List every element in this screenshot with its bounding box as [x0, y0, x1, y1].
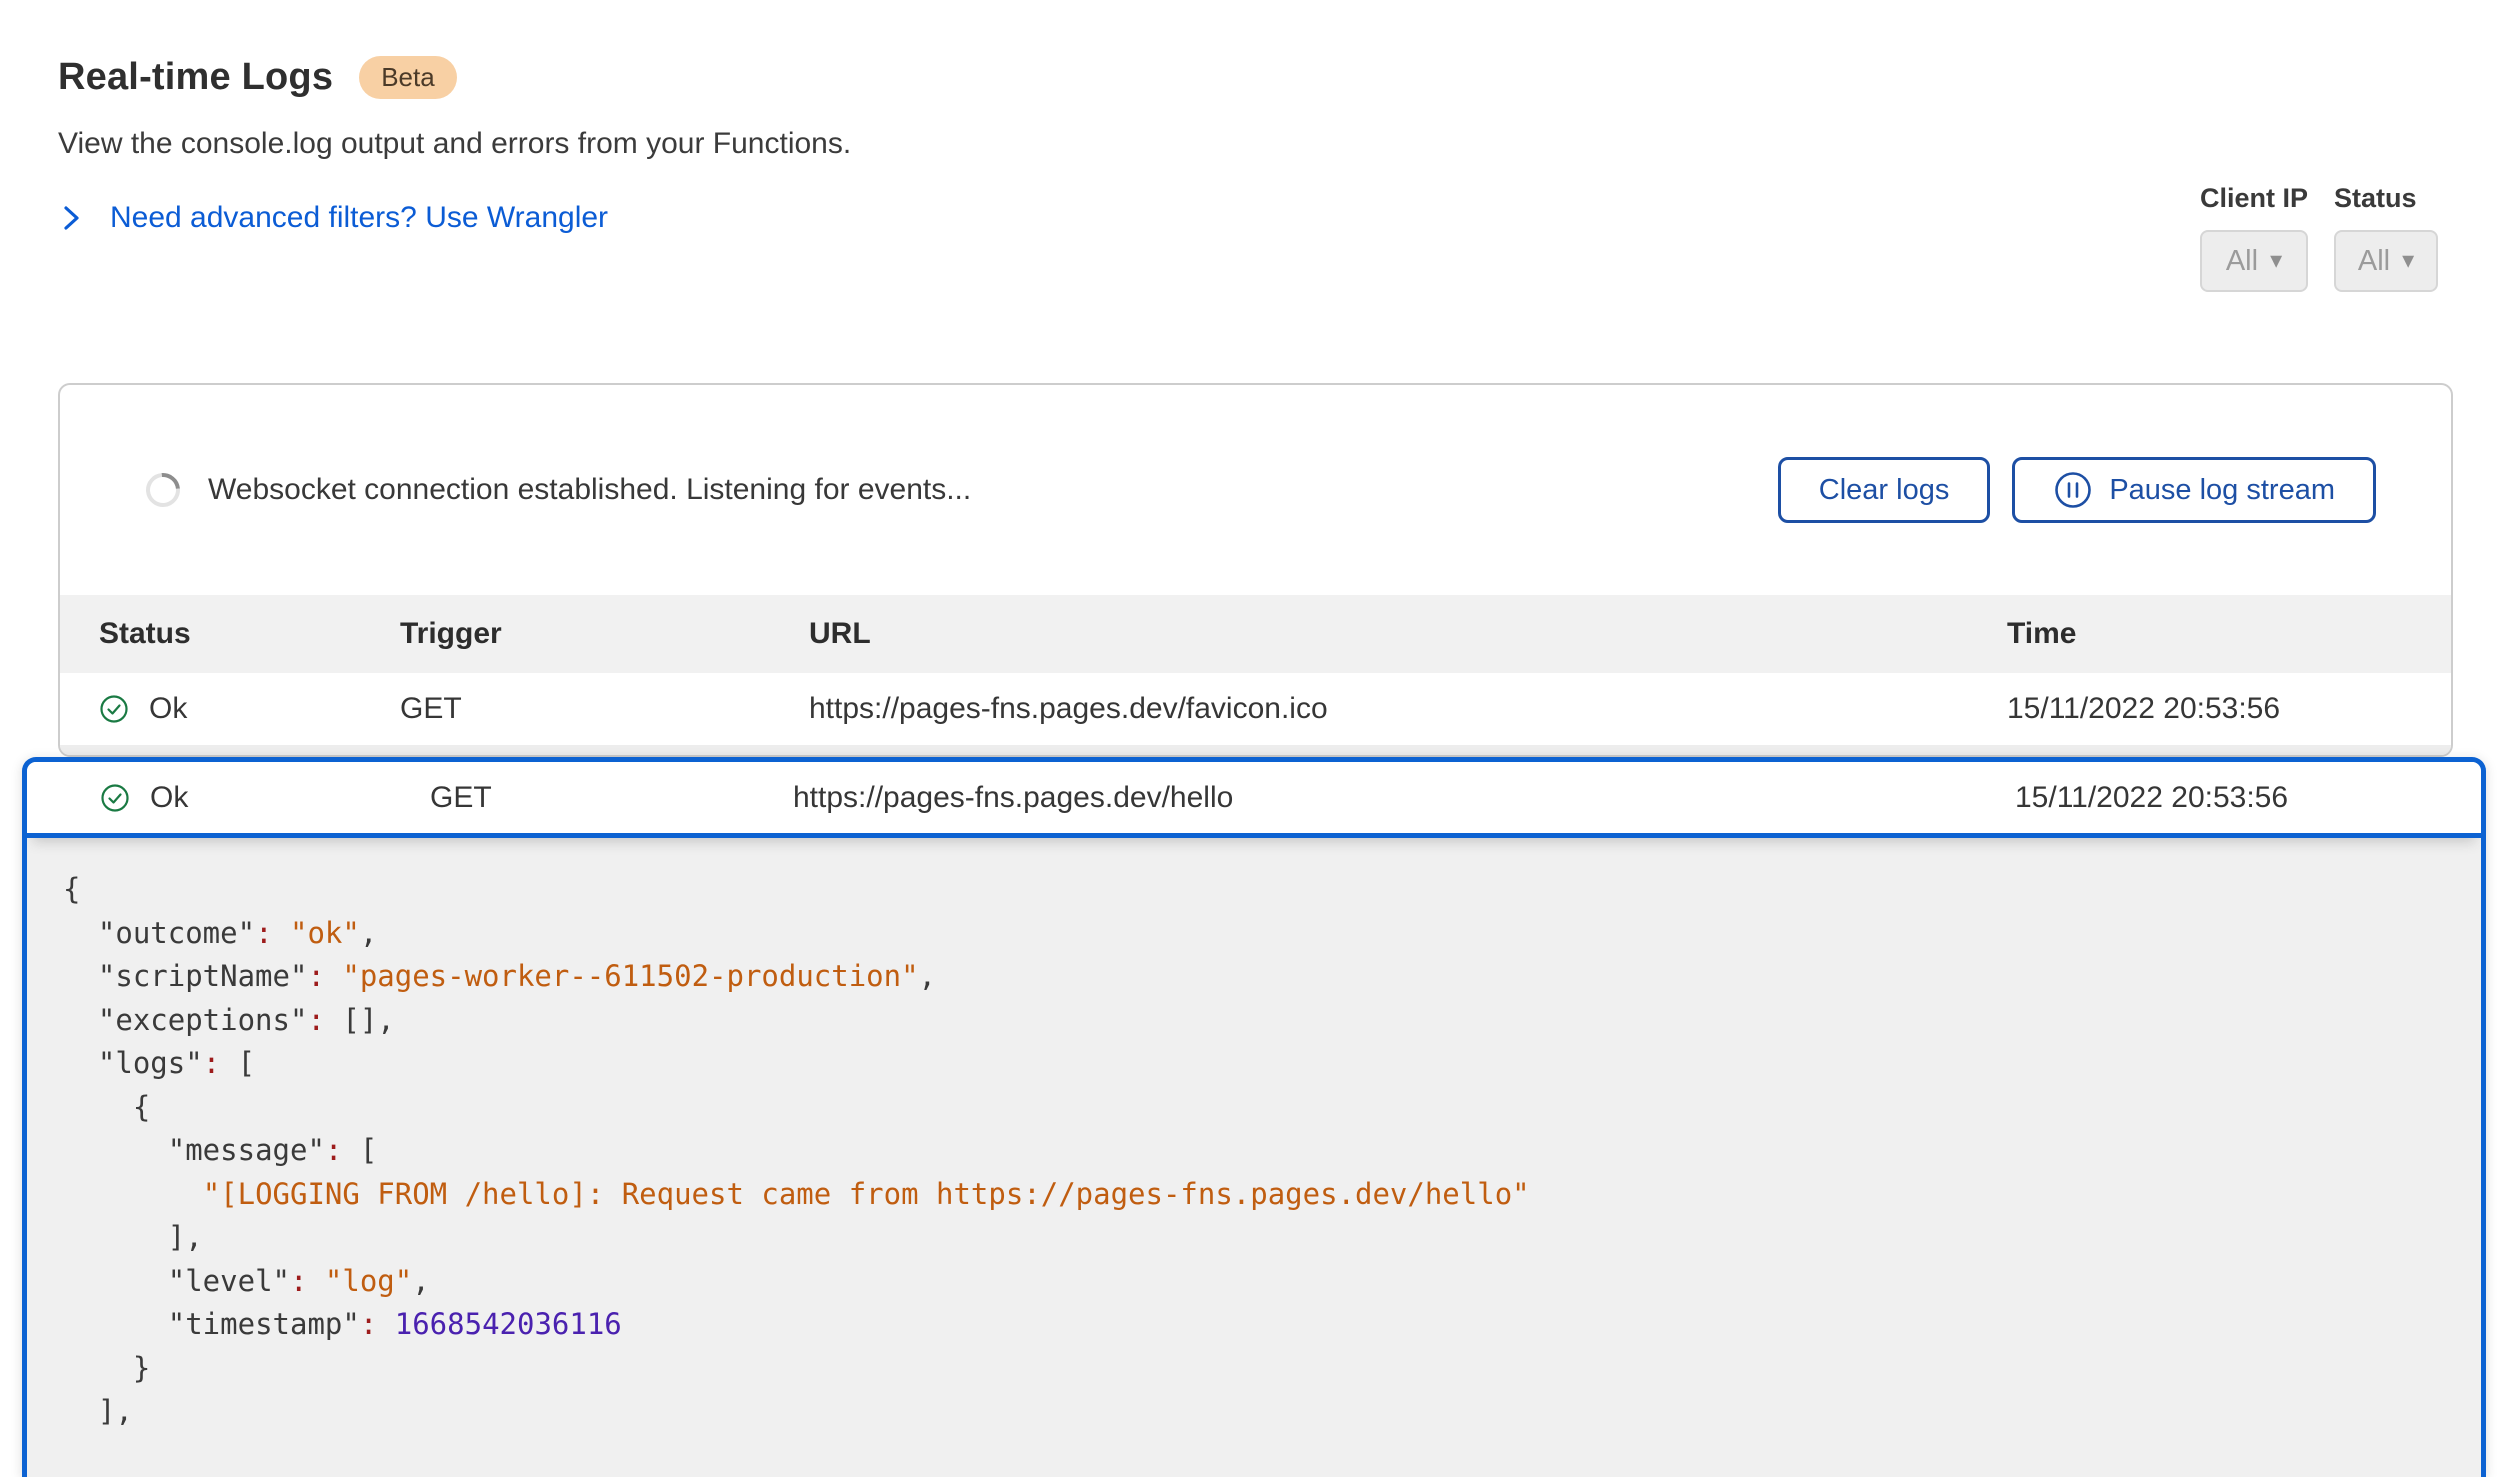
page-subtitle: View the console.log output and errors f… [58, 127, 851, 161]
clear-logs-label: Clear logs [1819, 474, 1950, 507]
pause-log-stream-button[interactable]: Pause log stream [2012, 457, 2376, 523]
status-cell: Ok [100, 781, 430, 815]
code-line: } [63, 1347, 2441, 1391]
wrangler-link-row[interactable]: Need advanced filters? Use Wrangler [58, 201, 851, 235]
column-header-status: Status [99, 617, 400, 651]
code-line: "level": "log", [63, 1260, 2441, 1304]
selected-log-row[interactable]: Ok GET https://pages-fns.pages.dev/hello… [27, 762, 2481, 838]
success-check-icon [99, 694, 129, 724]
code-line: "message": [ [63, 1129, 2441, 1173]
status-cell: Ok [99, 692, 400, 726]
code-line: "exceptions": [], [63, 999, 2441, 1043]
caret-down-icon: ▾ [2270, 249, 2282, 273]
client-ip-filter-dropdown[interactable]: All ▾ [2200, 230, 2308, 292]
filters: Client IP All ▾ Status All ▾ [2200, 183, 2438, 292]
stream-status-message: Websocket connection established. Listen… [208, 473, 1778, 507]
trigger-value: GET [400, 692, 809, 726]
code-line: "logs": [ [63, 1042, 2441, 1086]
log-json-output: { "outcome": "ok", "scriptName": "pages-… [27, 838, 2481, 1474]
column-header-trigger: Trigger [400, 617, 809, 651]
caret-down-icon: ▾ [2402, 249, 2414, 273]
title-row: Real-time Logs Beta [58, 56, 851, 99]
row-divider [60, 745, 2451, 757]
column-header-url: URL [809, 617, 2007, 651]
chevron-right-icon [58, 203, 84, 233]
url-value: https://pages-fns.pages.dev/favicon.ico [809, 692, 2007, 726]
beta-badge: Beta [359, 56, 457, 99]
logs-card: Websocket connection established. Listen… [58, 383, 2453, 757]
clear-logs-button[interactable]: Clear logs [1778, 457, 1991, 523]
status-filter-value: All [2358, 245, 2390, 278]
code-line: ], [63, 1390, 2441, 1434]
client-ip-filter-value: All [2226, 245, 2258, 278]
code-line: "timestamp": 1668542036116 [63, 1303, 2441, 1347]
success-check-icon [100, 783, 130, 813]
code-line: "outcome": "ok", [63, 912, 2441, 956]
code-line: "scriptName": "pages-worker--611502-prod… [63, 955, 2441, 999]
expanded-log-entry: Ok GET https://pages-fns.pages.dev/hello… [22, 757, 2486, 1477]
code-line: "[LOGGING FROM /hello]: Request came fro… [63, 1173, 2441, 1217]
log-table-row[interactable]: Ok GET https://pages-fns.pages.dev/favic… [60, 673, 2451, 745]
page-header: Real-time Logs Beta View the console.log… [58, 56, 851, 235]
page-title: Real-time Logs [58, 56, 333, 99]
client-ip-filter-group: Client IP All ▾ [2200, 183, 2308, 292]
status-filter-label: Status [2334, 183, 2438, 214]
stream-status-bar: Websocket connection established. Listen… [60, 385, 2451, 595]
url-value: https://pages-fns.pages.dev/hello [793, 781, 2015, 815]
log-table-header: Status Trigger URL Time [60, 595, 2451, 673]
status-filter-dropdown[interactable]: All ▾ [2334, 230, 2438, 292]
status-filter-group: Status All ▾ [2334, 183, 2438, 292]
code-line: { [63, 868, 2441, 912]
wrangler-link[interactable]: Need advanced filters? Use Wrangler [110, 201, 608, 235]
code-line: ], [63, 1216, 2441, 1260]
loading-spinner-icon [139, 466, 187, 514]
status-value: Ok [150, 781, 188, 815]
code-line: { [63, 1086, 2441, 1130]
time-value: 15/11/2022 20:53:56 [2007, 692, 2451, 726]
pause-log-stream-label: Pause log stream [2109, 474, 2335, 507]
client-ip-filter-label: Client IP [2200, 183, 2308, 214]
trigger-value: GET [430, 781, 793, 815]
column-header-time: Time [2007, 617, 2451, 651]
time-value: 15/11/2022 20:53:56 [2015, 781, 2481, 815]
pause-circle-icon [2053, 470, 2093, 510]
status-value: Ok [149, 692, 187, 726]
